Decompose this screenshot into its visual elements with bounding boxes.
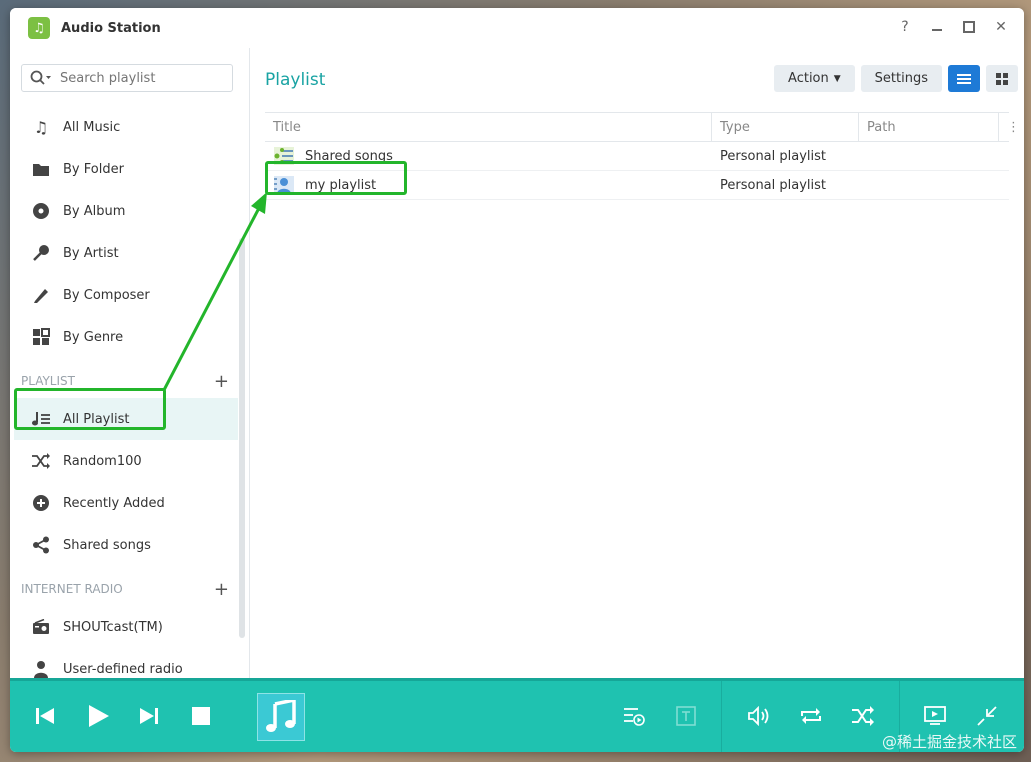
music-note-icon [266,700,296,732]
shuffle-icon [852,706,874,726]
next-track-button[interactable] [134,701,164,731]
skip-forward-icon [140,708,158,724]
queue-icon [624,708,645,726]
stop-button[interactable] [186,701,216,731]
watermark-text: @稀土掘金技术社区 [881,733,1017,751]
screen-icon [924,706,946,725]
shuffle-button[interactable] [848,701,878,731]
lyrics-icon [676,706,696,726]
player-bar [10,678,1024,752]
repeat-button[interactable] [796,701,826,731]
player-divider [721,681,722,752]
lyrics-button[interactable] [671,701,701,731]
album-art [257,693,305,741]
play-icon [89,705,109,727]
play-button[interactable] [83,701,113,731]
audio-station-window: ♫ Audio Station ? ✕ ♫ All Music [10,8,1024,752]
volume-icon [748,706,769,726]
output-device-button[interactable] [920,701,950,731]
volume-button[interactable] [744,701,774,731]
repeat-icon [801,708,821,724]
annotation-arrow [162,192,267,391]
skip-back-icon [36,708,54,724]
stop-icon [192,707,210,725]
play-queue-button[interactable] [619,701,649,731]
collapse-icon [977,706,997,726]
mini-player-button[interactable] [972,701,1002,731]
previous-track-button[interactable] [30,701,60,731]
